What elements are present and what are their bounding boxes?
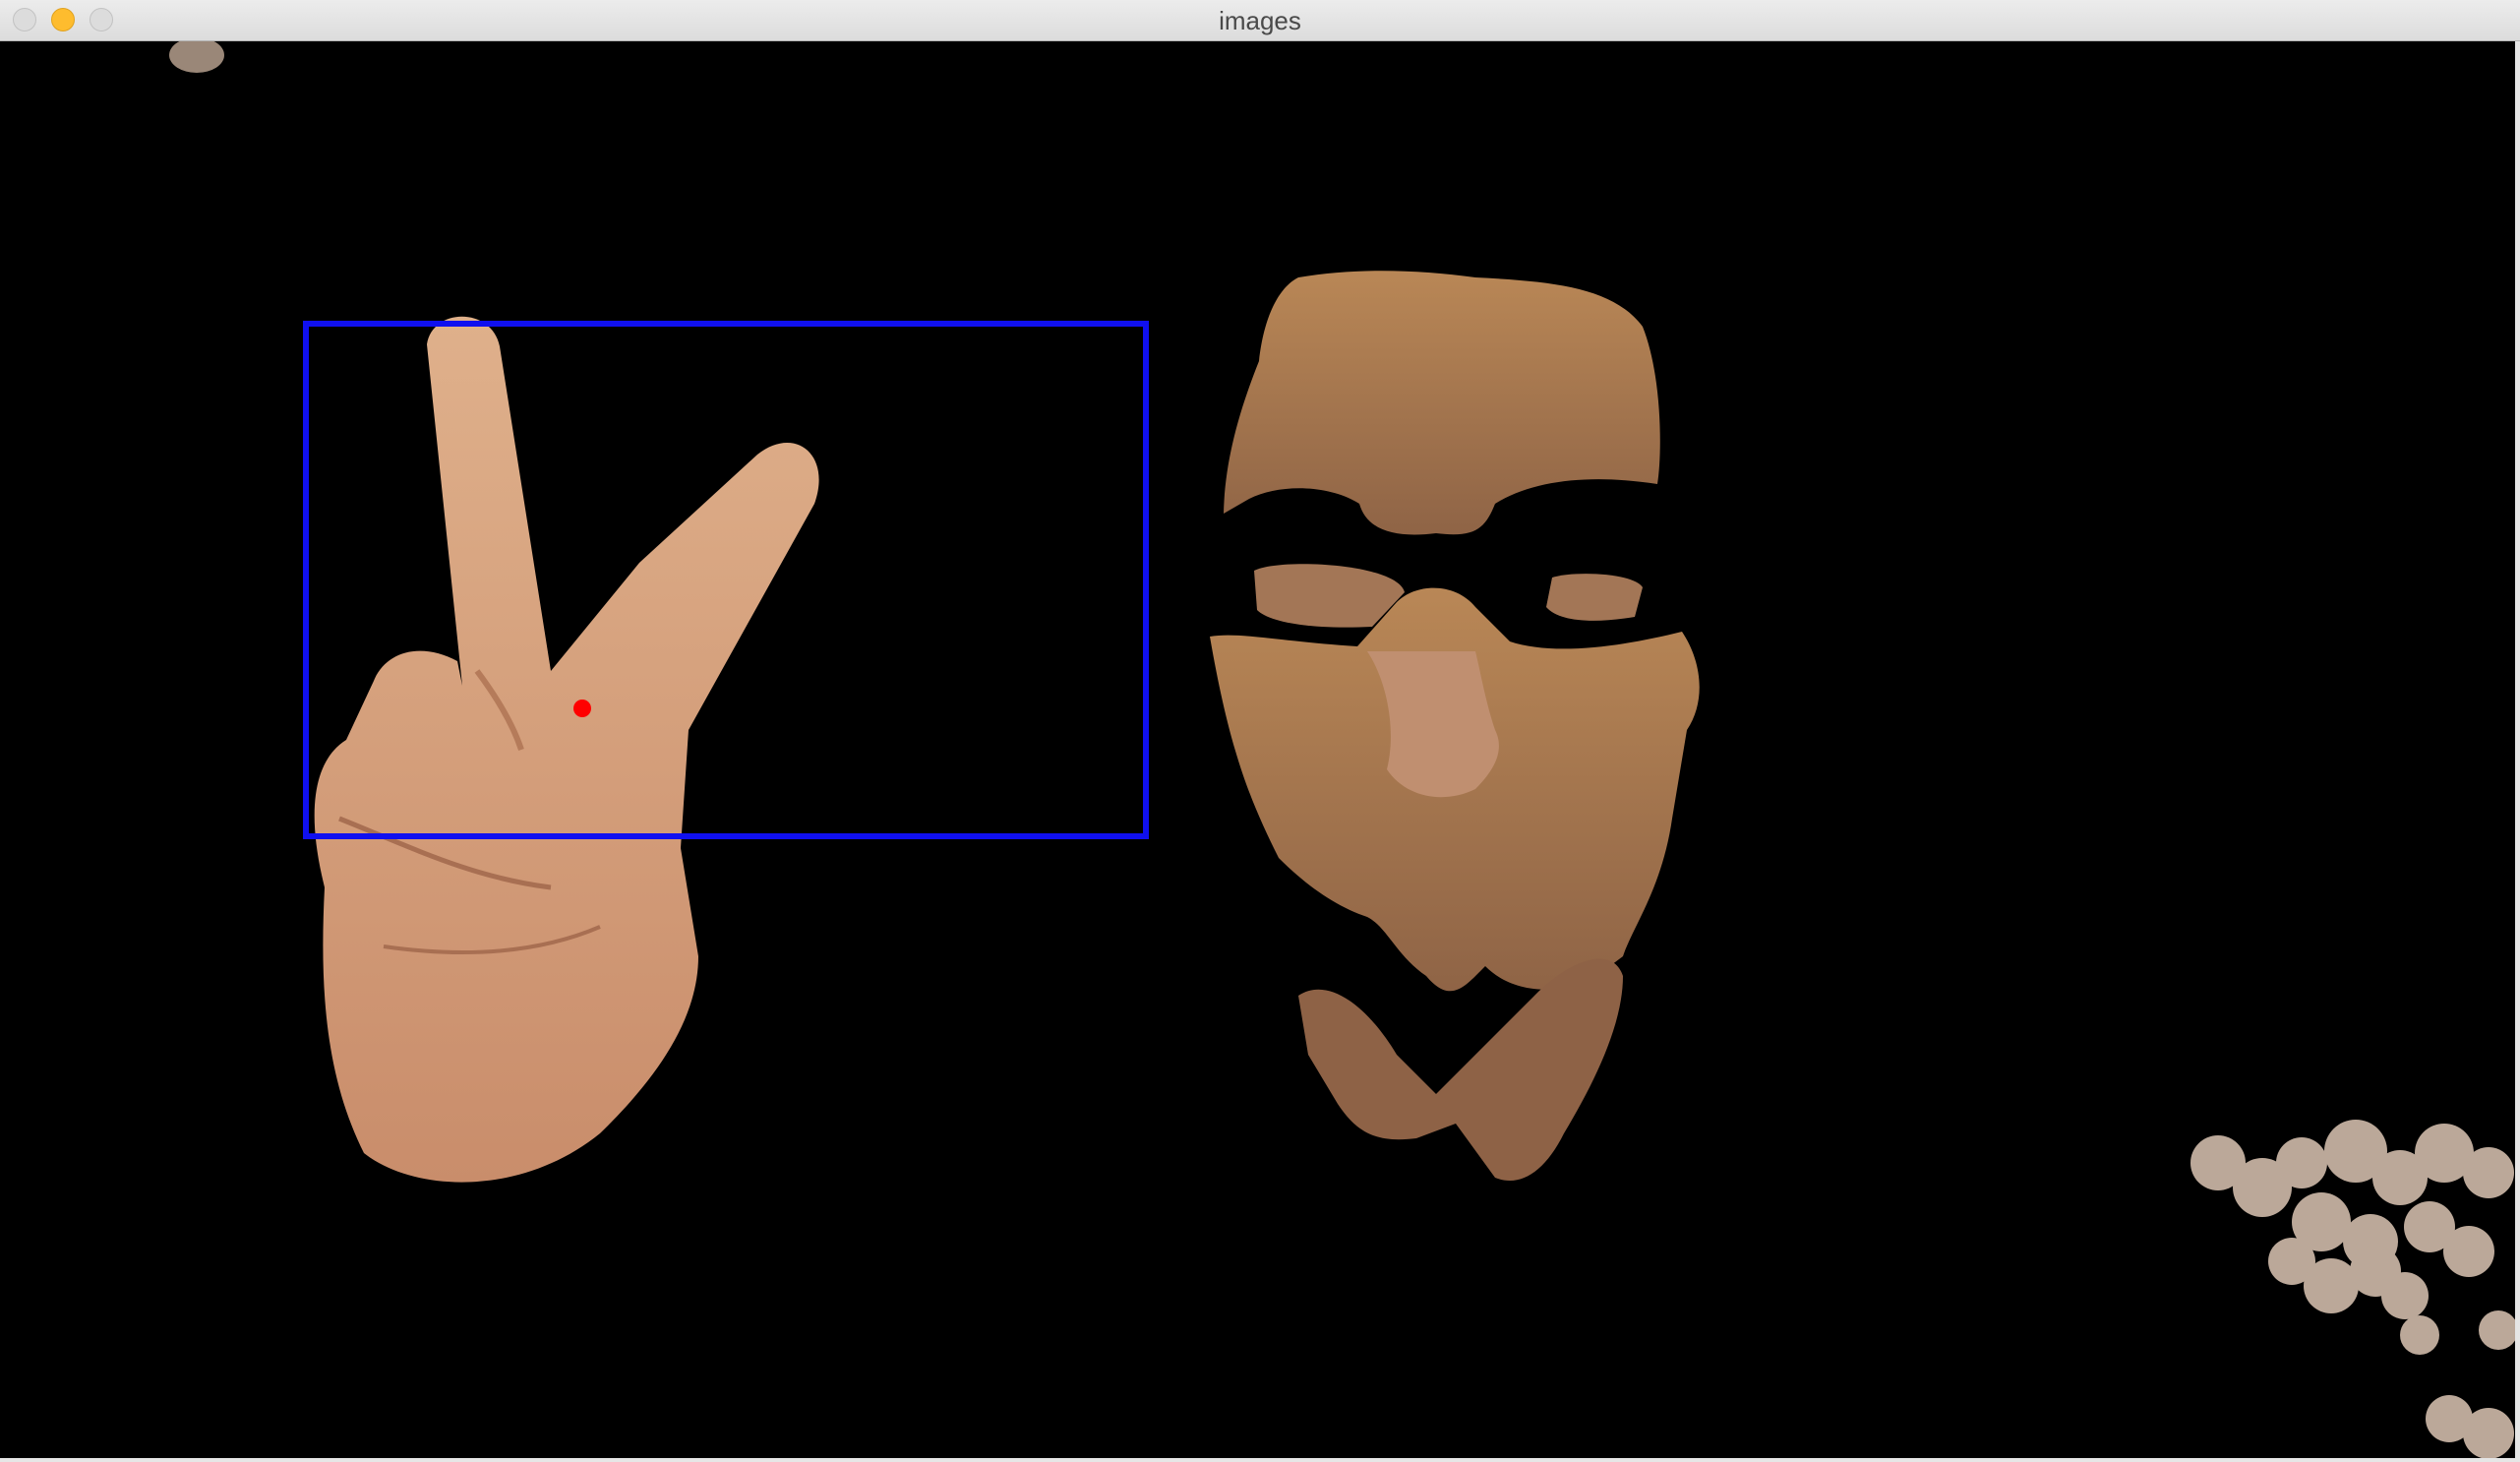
hand-region <box>314 316 819 1183</box>
image-canvas <box>0 41 2520 1462</box>
window-title: images <box>1219 6 1301 35</box>
noise-blob-top-left <box>169 41 224 73</box>
app-window: images <box>0 0 2520 1462</box>
noise-cluster-bottom-right <box>2190 1120 2518 1459</box>
window-right-edge <box>2515 41 2520 1462</box>
tracked-point-marker <box>573 700 591 717</box>
face-region <box>1210 271 1700 1181</box>
segmentation-scene <box>169 41 2518 1459</box>
window-bottom-edge <box>0 1458 2520 1462</box>
title-bar[interactable]: images <box>0 0 2520 41</box>
